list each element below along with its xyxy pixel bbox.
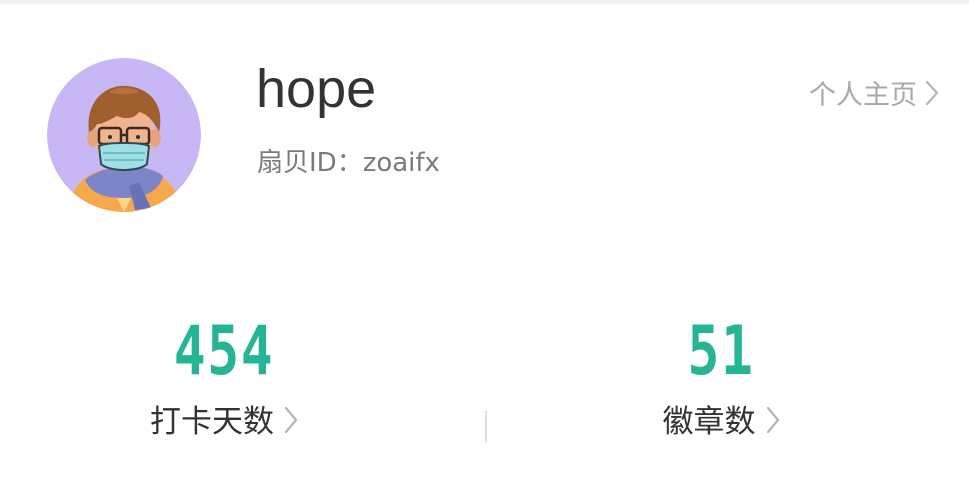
- badges-stat[interactable]: 51 徽章数: [621, 318, 821, 438]
- checkin-days-stat[interactable]: 454 打卡天数: [124, 318, 324, 438]
- profile-page-link-label: 个人主页: [809, 79, 917, 111]
- badges-value: 51: [687, 312, 755, 391]
- username: hope: [256, 59, 377, 119]
- checkin-days-value: 454: [173, 312, 275, 391]
- top-shadow: [0, 0, 969, 6]
- avatar-illustration: [47, 58, 201, 212]
- chevron-right-icon: [284, 406, 298, 438]
- checkin-days-link[interactable]: 打卡天数: [124, 406, 324, 438]
- badges-link[interactable]: 徽章数: [621, 406, 821, 438]
- user-id: 扇贝ID：zoaifx: [257, 148, 440, 178]
- checkin-days-label: 打卡天数: [150, 403, 274, 440]
- chevron-right-icon: [766, 406, 780, 438]
- badges-label: 徽章数: [662, 403, 756, 440]
- avatar[interactable]: [47, 58, 201, 212]
- profile-page-link[interactable]: 个人主页: [809, 80, 939, 110]
- profile-card: hope 扇贝ID：zoaifx 个人主页 454 打卡天数 51 徽章数: [0, 0, 969, 481]
- chevron-right-icon: [925, 80, 939, 110]
- stats-divider: [485, 411, 487, 443]
